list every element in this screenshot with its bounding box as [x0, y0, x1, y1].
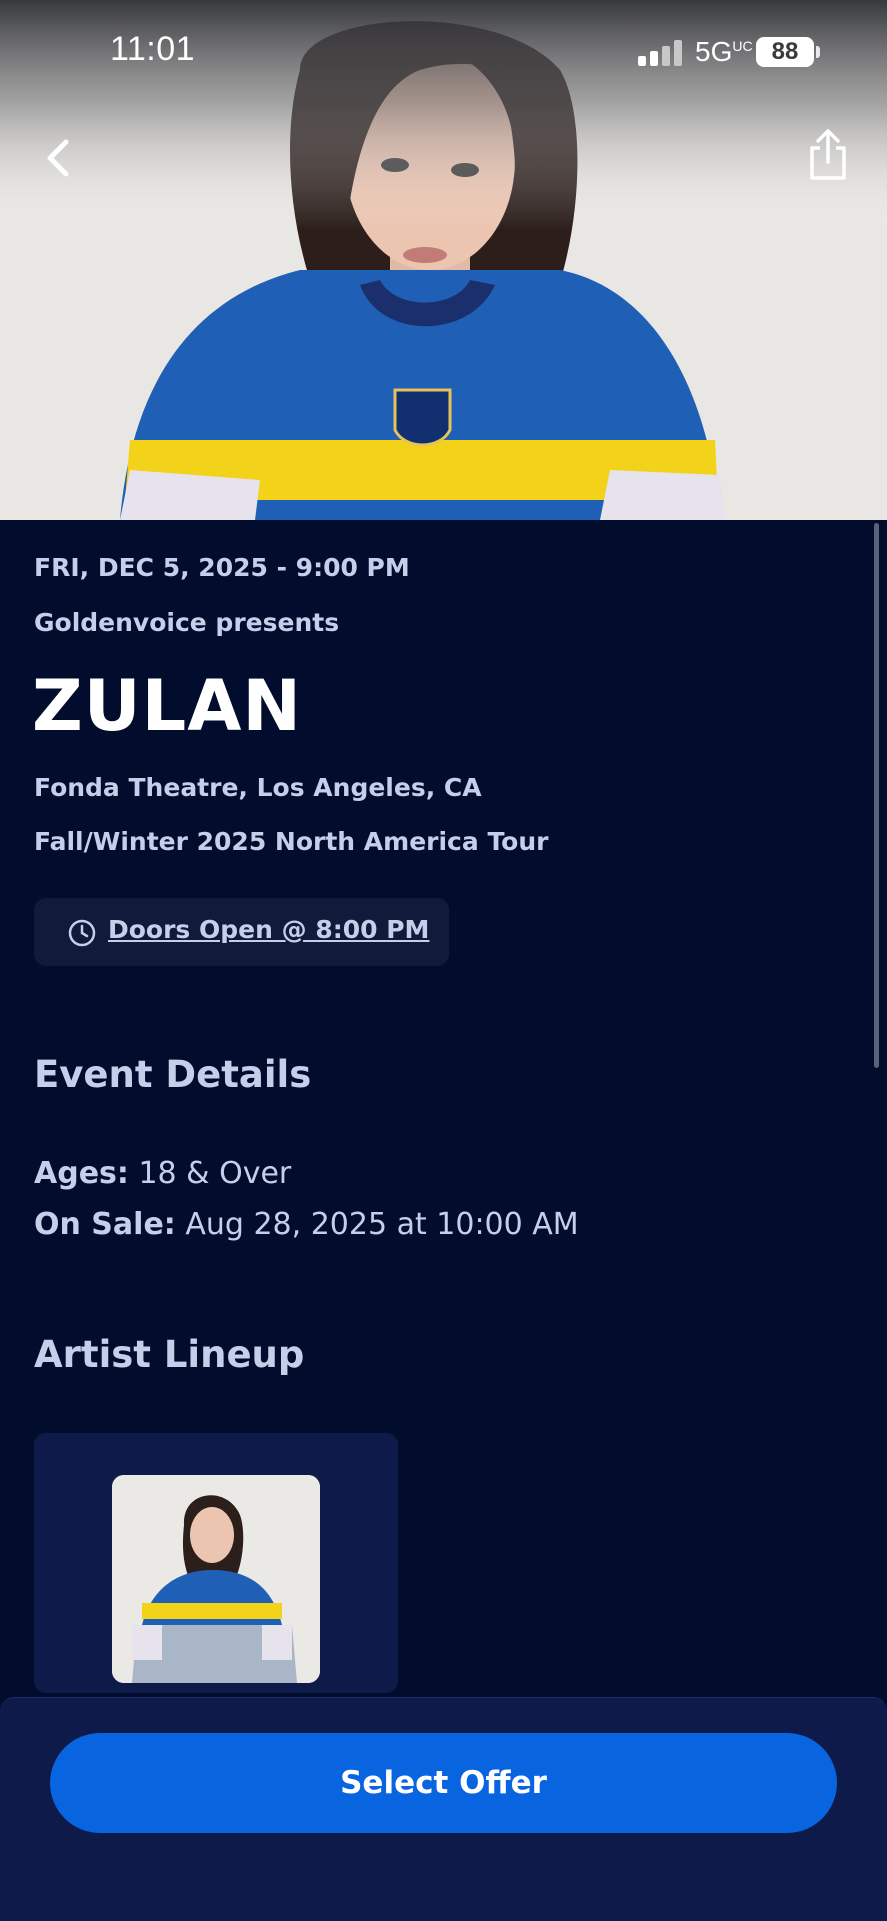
scrollbar[interactable] — [874, 523, 879, 1068]
battery-level: 88 — [756, 37, 814, 67]
status-time: 11:01 — [110, 30, 196, 68]
status-bar: 11:01 5GUC 88 — [0, 0, 887, 105]
event-presenter: Goldenvoice presents — [34, 608, 340, 637]
event-venue: Fonda Theatre, Los Angeles, CA — [34, 773, 482, 802]
clock-icon — [68, 919, 96, 947]
artist-card[interactable] — [34, 1433, 398, 1693]
onsale-label: On Sale: — [34, 1207, 176, 1242]
bottom-action-bar: Select Offer — [0, 1697, 887, 1921]
chevron-left-icon — [47, 139, 69, 177]
battery-tip — [816, 46, 820, 58]
doors-open-button[interactable]: Doors Open @ 8:00 PM — [34, 898, 449, 966]
artist-lineup-heading: Artist Lineup — [34, 1333, 305, 1376]
ages-label: Ages: — [34, 1156, 129, 1191]
artist-thumbnail — [112, 1475, 320, 1683]
event-date: FRI, DEC 5, 2025 - 9:00 PM — [34, 553, 410, 582]
doors-open-label: Doors Open @ 8:00 PM — [108, 915, 430, 944]
ages-row: Ages: 18 & Over — [34, 1156, 291, 1191]
event-tour: Fall/Winter 2025 North America Tour — [34, 827, 549, 856]
select-offer-button[interactable]: Select Offer — [50, 1733, 837, 1833]
event-details-heading: Event Details — [34, 1053, 312, 1096]
event-title: ZULAN — [32, 665, 302, 747]
share-icon — [810, 129, 846, 180]
onsale-row: On Sale: Aug 28, 2025 at 10:00 AM — [34, 1207, 579, 1242]
back-button[interactable] — [36, 134, 84, 182]
share-button[interactable] — [804, 128, 852, 184]
onsale-value: Aug 28, 2025 at 10:00 AM — [185, 1207, 579, 1242]
ages-value: 18 & Over — [138, 1156, 292, 1191]
network-type: 5GUC — [695, 36, 753, 67]
artist-thumbnail-image — [112, 1475, 320, 1683]
signal-icon — [638, 40, 682, 66]
